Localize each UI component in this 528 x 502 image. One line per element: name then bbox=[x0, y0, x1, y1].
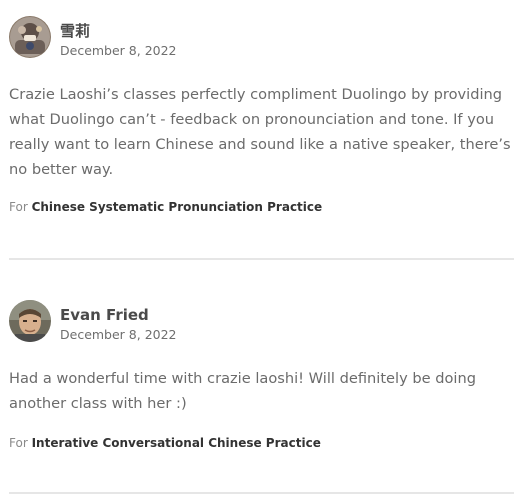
divider bbox=[9, 492, 514, 494]
review-header: Evan Fried December 8, 2022 bbox=[9, 300, 514, 344]
review-date: December 8, 2022 bbox=[60, 43, 177, 58]
avatar[interactable] bbox=[9, 300, 51, 342]
review-date: December 8, 2022 bbox=[60, 327, 177, 342]
review-text: Had a wonderful time with crazie laoshi!… bbox=[9, 370, 476, 412]
avatar-image bbox=[9, 16, 51, 58]
course-link[interactable]: Interative Conversational Chinese Practi… bbox=[32, 436, 321, 450]
divider bbox=[9, 258, 514, 260]
review-course-line: For Chinese Systematic Pronunciation Pra… bbox=[9, 199, 514, 215]
review-header: 雪莉 December 8, 2022 bbox=[9, 16, 514, 60]
review-course-line: For Interative Conversational Chinese Pr… bbox=[9, 435, 514, 451]
review-author: Evan Fried bbox=[60, 306, 149, 324]
for-prefix: For bbox=[9, 436, 28, 450]
avatar-image bbox=[9, 300, 51, 342]
review-card: 雪莉 December 8, 2022 Crazie Laoshi’s clas… bbox=[9, 16, 514, 215]
review-text: Crazie Laoshi’s classes perfectly compli… bbox=[9, 86, 511, 178]
avatar[interactable] bbox=[9, 16, 51, 58]
course-link[interactable]: Chinese Systematic Pronunciation Practic… bbox=[32, 200, 323, 214]
review-card: Evan Fried December 8, 2022 Had a wonder… bbox=[9, 300, 514, 451]
for-prefix: For bbox=[9, 200, 28, 214]
review-author: 雪莉 bbox=[60, 22, 91, 40]
